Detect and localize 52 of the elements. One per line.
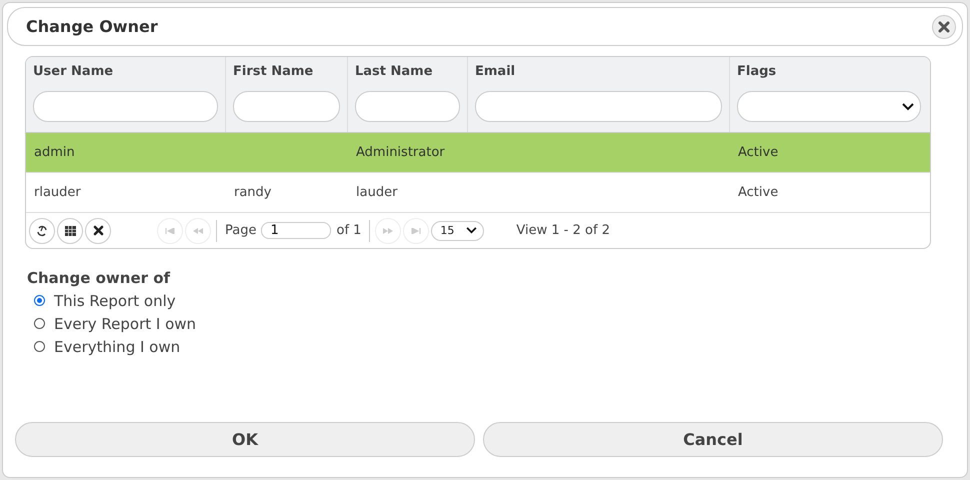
columns-button[interactable] [57,218,83,244]
page-count: of 1 [335,223,362,238]
last-page-icon [411,228,422,234]
table-cell: randy [234,185,272,200]
section-label: Change owner of [27,269,172,287]
previous-page-button[interactable] [185,218,211,244]
last-page-button[interactable] [403,218,430,244]
filter-field[interactable] [33,91,218,122]
column-header[interactable]: Email [475,64,722,79]
close-icon [92,225,104,236]
filter-dropdown[interactable] [737,91,921,122]
refresh-button[interactable] [29,218,55,244]
record-count: View 1 - 2 of 2 [516,223,610,238]
column-header[interactable]: User Name [33,64,218,79]
filter-field[interactable] [233,91,340,122]
refresh-icon [36,224,48,236]
chevron-down-icon [902,102,914,110]
filter-field[interactable] [355,91,460,122]
column-header[interactable]: Last Name [355,64,460,79]
column-header[interactable]: Flags [737,64,921,79]
dialog-button[interactable]: Cancel [483,422,943,457]
table-cell: admin [34,145,75,160]
table-cell: rlauder [34,185,81,200]
radio-button[interactable] [34,341,45,352]
rewind-icon [193,228,203,234]
table-row[interactable]: rlauder randy lauder Active [26,173,930,213]
fast-forward-icon [383,228,394,234]
chevron-down-icon [466,227,478,234]
radio-label: Everything I own [54,338,180,356]
radio-label: This Report only [54,292,176,310]
table-cell: Active [738,145,778,160]
dialog-title: Change Owner [26,17,158,36]
table-cell: Active [738,185,778,200]
close-button[interactable] [932,14,956,38]
clear-button[interactable] [85,218,111,244]
table-row[interactable]: admin Administrator Active [26,133,930,173]
page-label: Page [224,223,258,238]
radio-button[interactable] [34,295,45,306]
page-field[interactable]: 1 [261,222,332,239]
close-icon [938,20,950,32]
table-cell: Administrator [356,145,445,160]
filter-field[interactable] [475,91,722,122]
table-icon [64,226,76,236]
next-page-button[interactable] [375,218,402,244]
dialog-button[interactable]: OK [15,422,475,457]
table-cell: lauder [356,185,398,200]
first-page-button[interactable] [157,218,183,244]
first-page-icon [165,228,175,234]
column-header[interactable]: First Name [233,64,340,79]
radio-label: Every Report I own [54,314,196,332]
page-size-dropdown[interactable]: 15 [431,220,484,240]
radio-button[interactable] [34,318,45,329]
